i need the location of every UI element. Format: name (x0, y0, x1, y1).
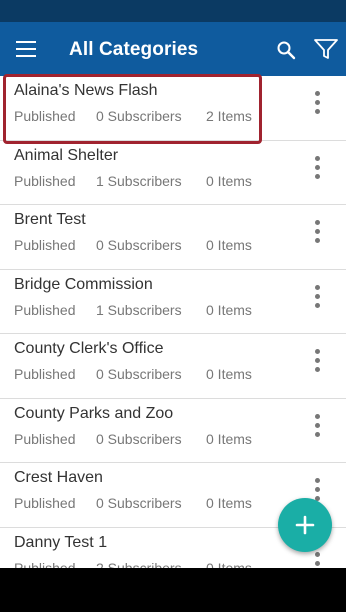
item-count: 0 Items (206, 430, 252, 447)
more-options-icon[interactable] (314, 155, 320, 180)
item-count: 0 Items (206, 172, 252, 189)
category-status: Published (14, 108, 76, 124)
category-name: County Clerk's Office (14, 340, 164, 357)
more-options-icon[interactable] (314, 220, 320, 244)
more-options-icon[interactable] (314, 413, 320, 438)
status-bar (0, 0, 346, 22)
page-title: All Categories (69, 39, 199, 60)
list-item[interactable]: Brent Test Published 0 Subscribers 0 Ite… (0, 205, 346, 270)
category-status: Published (14, 495, 76, 511)
category-status: Published (14, 237, 76, 253)
category-name: County Parks and Zoo (14, 404, 174, 422)
subscriber-count: 0 Subscribers (96, 430, 182, 447)
category-status: Published (14, 172, 76, 189)
item-count: 0 Items (206, 559, 252, 569)
category-name: Brent Test (14, 211, 86, 228)
subscriber-count: 0 Subscribers (96, 108, 182, 124)
item-count: 0 Items (206, 237, 252, 253)
more-options-icon[interactable] (314, 91, 320, 115)
menu-icon[interactable] (16, 41, 36, 57)
subscriber-count: 2 Subscribers (96, 559, 182, 569)
filter-icon[interactable] (313, 38, 339, 60)
category-status: Published (14, 301, 76, 318)
category-status: Published (14, 430, 76, 447)
subscriber-count: 1 Subscribers (96, 172, 182, 189)
category-name: Animal Shelter (14, 146, 119, 164)
search-icon[interactable] (276, 40, 296, 60)
category-name: Danny Test 1 (14, 533, 108, 551)
category-list: Alaina's News Flash Published 0 Subscrib… (0, 76, 346, 568)
more-options-icon[interactable] (314, 284, 320, 309)
category-name: Bridge Commission (14, 275, 153, 293)
category-name: Crest Haven (14, 469, 103, 486)
category-status: Published (14, 559, 76, 569)
add-category-button[interactable] (278, 498, 332, 552)
list-item[interactable]: Alaina's News Flash Published 0 Subscrib… (0, 76, 346, 141)
subscriber-count: 1 Subscribers (96, 301, 182, 318)
item-count: 0 Items (206, 301, 252, 318)
item-count: 0 Items (206, 495, 252, 511)
subscriber-count: 0 Subscribers (96, 237, 182, 253)
subscriber-count: 0 Subscribers (96, 495, 182, 511)
navigation-bar (0, 568, 346, 612)
list-item[interactable]: Bridge Commission Published 1 Subscriber… (0, 270, 346, 334)
plus-icon (295, 515, 315, 535)
list-item[interactable]: Animal Shelter Published 1 Subscribers 0… (0, 141, 346, 205)
list-item[interactable]: County Clerk's Office Published 0 Subscr… (0, 334, 346, 399)
category-name: Alaina's News Flash (14, 82, 158, 99)
app-bar: All Categories (0, 22, 346, 76)
more-options-icon[interactable] (314, 349, 320, 373)
item-count: 2 Items (206, 108, 252, 124)
item-count: 0 Items (206, 366, 252, 382)
category-status: Published (14, 366, 76, 382)
subscriber-count: 0 Subscribers (96, 366, 182, 382)
list-item[interactable]: County Parks and Zoo Published 0 Subscri… (0, 399, 346, 463)
